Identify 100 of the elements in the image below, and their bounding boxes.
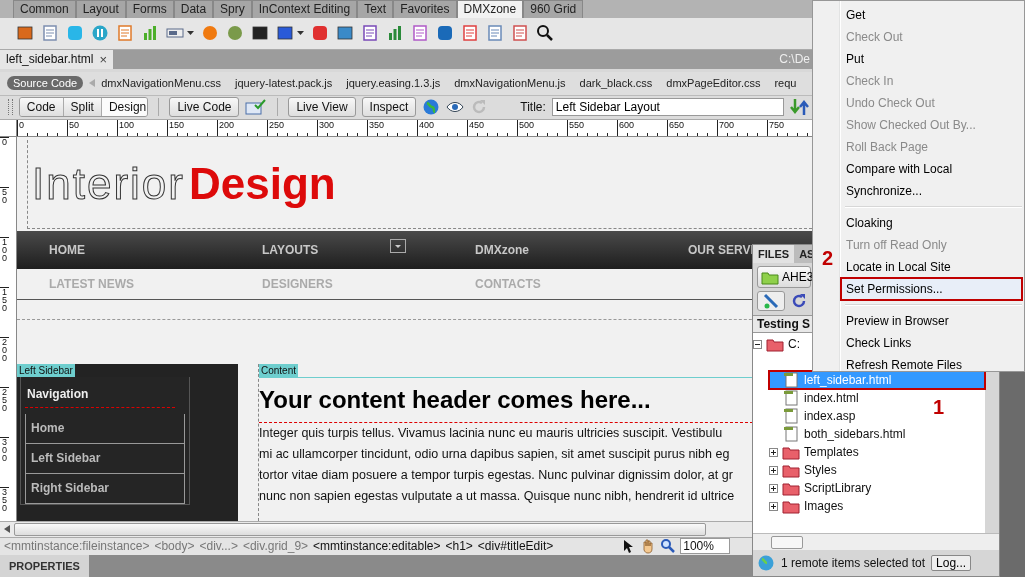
view-button[interactable]: Split — [63, 98, 102, 117]
inspect-button[interactable]: Inspect — [361, 97, 417, 118]
file-item[interactable]: both_sidebars.html — [769, 425, 910, 443]
related-file[interactable]: dmxNavigationMenu.js — [454, 77, 566, 90]
ruler-mark: 100 — [0, 236, 9, 287]
menu-item[interactable]: Cloaking — [841, 212, 1022, 234]
tag-selector-item[interactable]: <h1> — [445, 539, 473, 554]
checklist-icon[interactable] — [245, 98, 268, 117]
connect-button[interactable] — [757, 291, 785, 311]
region-label: Left Sidebar — [17, 363, 75, 377]
file-item[interactable]: index.asp — [769, 407, 860, 425]
square-icon[interactable] — [276, 24, 294, 43]
folder-item[interactable]: Styles — [769, 461, 841, 479]
menu-item[interactable]: Set Permissions... — [841, 278, 1022, 300]
sidebar-link[interactable]: Home — [25, 413, 185, 444]
ruler-mark: 150 — [0, 286, 9, 337]
menu-item[interactable]: Locate in Local Site — [841, 256, 1022, 278]
nav-link[interactable]: DMXzone — [475, 242, 688, 257]
globe-icon — [757, 554, 775, 572]
nav-link[interactable]: HOME — [49, 242, 262, 257]
collapse-icon[interactable] — [753, 339, 762, 349]
insert-tab[interactable]: DMXzone — [456, 0, 524, 18]
insert-tab[interactable]: InContext Editing — [251, 0, 358, 18]
sidebar-link[interactable]: Right Sidebar — [25, 473, 185, 504]
scroll-left-icon[interactable] — [4, 525, 10, 534]
annotation-number: 1 — [933, 396, 945, 419]
horizontal-scrollbar[interactable] — [753, 533, 999, 550]
bar-chart-icon[interactable] — [141, 24, 159, 43]
folder-item[interactable]: Images — [769, 497, 848, 515]
insert-tab[interactable]: Layout — [75, 0, 126, 18]
view-button[interactable]: Code — [19, 98, 64, 117]
pause-icon[interactable] — [91, 24, 109, 43]
menu-item[interactable]: Preview in Browser — [841, 310, 1022, 332]
expand-icon[interactable] — [769, 483, 778, 493]
zoom-dropdown[interactable]: 100% — [680, 538, 731, 555]
paragraph-line: Integer quis turpis tellus. Vivamus lacinia nunc eu mauris ultricies suscipit. Vestibulu — [259, 424, 724, 442]
status-text: 1 remote items selected tot — [781, 556, 926, 570]
nav-link[interactable]: LAYOUTS — [262, 242, 475, 257]
zoom-icon[interactable] — [660, 538, 677, 555]
tag-selector-item[interactable]: <mmtinstance:editable> — [313, 539, 441, 554]
region-label: Content — [259, 363, 299, 377]
folder-item[interactable]: ScriptLibrary — [769, 479, 876, 497]
expand-icon[interactable] — [769, 447, 778, 457]
caret-icon[interactable] — [297, 30, 304, 36]
log-button[interactable]: Log... — [931, 555, 972, 571]
menu-item[interactable]: Check Links — [841, 332, 1022, 354]
ruler-mark: 0 — [0, 136, 9, 187]
document-icon[interactable] — [411, 24, 429, 43]
insert-tab[interactable]: Spry — [213, 0, 252, 18]
related-file[interactable]: Source Code — [7, 76, 84, 91]
file-code-icon — [782, 371, 800, 389]
insert-tab[interactable]: Favorites — [393, 0, 457, 18]
dropdown-icon[interactable] — [390, 238, 406, 253]
paragraph-line: nunc non sapien egestas vulputate a ut massa. Quisque nunc nibh, hendrerit id ultrice — [259, 487, 736, 505]
ruler-mark: 200 — [0, 336, 9, 387]
navigation-heading: Navigation — [25, 380, 175, 408]
insert-tab[interactable]: 960 Grid — [523, 0, 584, 18]
live-code-button[interactable]: Live Code — [169, 97, 240, 118]
file-item[interactable]: index.html — [769, 389, 863, 407]
title-field[interactable]: Left Sidebar Layout — [551, 98, 784, 117]
close-icon[interactable]: × — [99, 51, 107, 67]
menu-item[interactable]: Synchronize... — [841, 180, 1022, 202]
title-label: Title: — [520, 100, 546, 115]
document-tab[interactable]: left_sidebar.html × — [0, 49, 113, 69]
related-file[interactable]: dark_black.css — [579, 77, 653, 90]
paragraph-line: tortor vitae diam posuere a tempor turpis egestas. Nunc pulvinar dignissim dolor, at gr — [259, 466, 734, 484]
related-file[interactable]: jquery-latest.pack.js — [235, 77, 333, 90]
menu-item[interactable]: Get — [841, 4, 1022, 26]
menu-item[interactable]: Compare with Local — [841, 158, 1022, 180]
folder-item[interactable]: Templates — [769, 443, 863, 461]
expand-icon[interactable] — [769, 501, 778, 511]
live-view-button[interactable]: Live View — [288, 97, 356, 118]
insert-tab[interactable]: Forms — [125, 0, 174, 18]
sort-arrows-icon[interactable] — [790, 98, 812, 117]
properties-tab[interactable]: PROPERTIES — [0, 555, 89, 577]
site-button[interactable]: AHE3 — [757, 266, 811, 288]
refresh-icon[interactable] — [790, 292, 808, 310]
search-icon[interactable] — [536, 24, 554, 43]
insert-tab[interactable]: Text — [357, 0, 394, 18]
related-file[interactable]: jquery.easing.1.3.js — [346, 77, 441, 90]
insert-tab[interactable]: Data — [173, 0, 214, 18]
insert-tab[interactable]: Common — [13, 0, 76, 18]
related-file[interactable]: dmxNavigationMenu.css — [101, 77, 222, 90]
sidebar-link[interactable]: Left Sidebar — [25, 443, 185, 474]
paragraph-line: mi ac ullamcorper tincidunt, odio urna dapibus sapien, sit amet suscipit purus nibh eg — [259, 445, 731, 463]
file-code-icon — [782, 425, 800, 443]
view-button[interactable]: Design — [101, 98, 148, 117]
caret-icon[interactable] — [187, 30, 194, 36]
folder-item[interactable]: C: — [753, 335, 804, 353]
expand-icon[interactable] — [769, 465, 778, 475]
logo-text: Interior — [32, 158, 185, 209]
tag-selector-item[interactable]: <div#titleEdit> — [477, 539, 554, 554]
ruler-mark: 250 — [0, 386, 9, 437]
menu-item[interactable]: Put — [841, 48, 1022, 70]
file-code-icon — [782, 407, 800, 425]
panel-tab[interactable]: FILES — [753, 245, 795, 263]
related-file[interactable]: dmxPageEditor.css — [666, 77, 761, 90]
annotation-number: 2 — [822, 247, 834, 270]
related-file[interactable]: requ — [774, 77, 797, 90]
globe-icon[interactable] — [422, 98, 441, 117]
